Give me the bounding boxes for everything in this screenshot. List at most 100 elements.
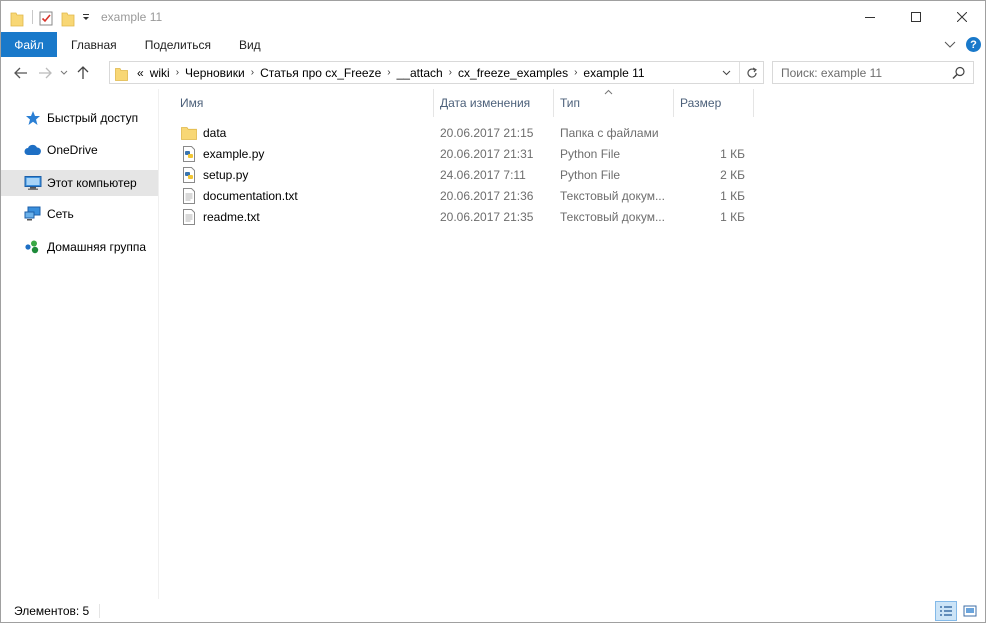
search-icon[interactable]: [952, 66, 966, 80]
customize-toolbar-dropdown-icon[interactable]: [81, 11, 91, 23]
chevron-right-icon[interactable]: ›: [384, 67, 393, 78]
chevron-right-icon[interactable]: ›: [571, 67, 580, 78]
sidebar-item-label: OneDrive: [47, 143, 98, 157]
file-size: [674, 122, 746, 143]
column-headers: Имя Дата изменения Тип Размер: [174, 89, 754, 117]
column-header-name[interactable]: Имя: [174, 89, 434, 117]
file-size: 1 КБ: [720, 146, 745, 161]
file-type: Python File: [560, 146, 621, 161]
ribbon-tabs: Файл Главная Поделиться Вид ?: [1, 32, 985, 57]
breadcrumb-item-current[interactable]: example 11: [580, 66, 647, 80]
file-type: Папка с файлами: [560, 125, 659, 140]
breadcrumb: « wiki › Черновики › Статья про cx_Freez…: [134, 66, 648, 80]
tab-share[interactable]: Поделиться: [131, 32, 225, 57]
help-icon[interactable]: ?: [966, 37, 981, 52]
status-bar: Элементов: 5: [1, 600, 985, 622]
sidebar-item-this-pc[interactable]: Этот компьютер: [1, 170, 158, 196]
properties-icon[interactable]: [39, 10, 53, 25]
folder-icon: [115, 67, 128, 81]
item-count: Элементов: 5: [14, 604, 90, 618]
sidebar-item-label: Этот компьютер: [47, 176, 137, 190]
file-size: 1 КБ: [720, 209, 745, 224]
file-name: setup.py: [203, 167, 249, 182]
python-file-icon: [181, 145, 197, 162]
file-list: Имя Дата изменения Тип Размер data 20.06…: [160, 89, 985, 599]
tab-file[interactable]: Файл: [1, 32, 57, 57]
file-name-cell: documentation.txt: [174, 185, 434, 206]
file-date: 20.06.2017 21:36: [440, 188, 534, 203]
navigation-bar: « wiki › Черновики › Статья про cx_Freez…: [1, 58, 985, 88]
breadcrumb-item[interactable]: Черновики: [182, 66, 248, 80]
text-file-icon: [181, 208, 197, 225]
refresh-button[interactable]: [739, 62, 763, 83]
window-controls: [847, 1, 985, 32]
chevron-right-icon[interactable]: ›: [173, 67, 182, 78]
computer-icon: [24, 175, 42, 191]
sidebar-item-label: Сеть: [47, 207, 74, 221]
file-date: 20.06.2017 21:35: [440, 209, 534, 224]
file-date: 24.06.2017 7:11: [440, 167, 526, 182]
file-size: 2 КБ: [720, 167, 745, 182]
sidebar-item-onedrive[interactable]: OneDrive: [1, 137, 158, 163]
column-header-type-label: Тип: [560, 96, 581, 110]
chevron-right-icon[interactable]: ›: [446, 67, 455, 78]
explorer-window: example 11 Файл Главная Поделиться Вид ?: [0, 0, 986, 623]
new-folder-icon[interactable]: [61, 11, 75, 26]
file-type: Текстовый докум...: [560, 188, 665, 203]
sidebar-item-homegroup[interactable]: Домашняя группа: [1, 234, 158, 260]
star-icon: [24, 110, 42, 126]
file-date: 20.06.2017 21:15: [440, 125, 534, 140]
file-name-cell: setup.py: [174, 164, 434, 185]
breadcrumb-item[interactable]: wiki: [147, 66, 173, 80]
file-row[interactable]: example.py 20.06.2017 21:31 Python File …: [174, 143, 746, 164]
file-row[interactable]: setup.py 24.06.2017 7:11 Python File 2 К…: [174, 164, 746, 185]
breadcrumb-item[interactable]: cx_freeze_examples: [455, 66, 571, 80]
breadcrumb-overflow[interactable]: «: [134, 66, 147, 80]
window-title: example 11: [101, 9, 163, 24]
tab-home[interactable]: Главная: [57, 32, 131, 57]
column-header-type[interactable]: Тип: [554, 89, 674, 117]
maximize-button[interactable]: [893, 1, 939, 32]
file-row[interactable]: readme.txt 20.06.2017 21:35 Текстовый до…: [174, 206, 746, 227]
ribbon-right-controls: ?: [944, 32, 981, 57]
tab-view[interactable]: Вид: [225, 32, 275, 57]
network-icon: [24, 206, 42, 222]
toolbar-separator: [32, 9, 33, 24]
cloud-icon: [24, 142, 42, 158]
file-name-cell: data: [174, 122, 434, 143]
breadcrumb-item[interactable]: Статья про cx_Freeze: [257, 66, 384, 80]
homegroup-icon: [24, 239, 42, 255]
breadcrumb-item[interactable]: __attach: [394, 66, 446, 80]
folder-icon: [10, 11, 24, 26]
navigation-pane: Быстрый доступ OneDrive Этот компьютер С…: [1, 89, 159, 599]
details-view-button[interactable]: [935, 601, 957, 621]
file-row[interactable]: data 20.06.2017 21:15 Папка с файлами: [174, 122, 746, 143]
sidebar-item-quick-access[interactable]: Быстрый доступ: [1, 105, 158, 131]
address-bar[interactable]: « wiki › Черновики › Статья про cx_Freez…: [109, 61, 764, 84]
up-button[interactable]: [71, 61, 95, 85]
file-name-cell: example.py: [174, 143, 434, 164]
file-name: readme.txt: [203, 209, 260, 224]
address-history-dropdown[interactable]: [717, 62, 735, 83]
file-row[interactable]: documentation.txt 20.06.2017 21:36 Текст…: [174, 185, 746, 206]
column-header-date[interactable]: Дата изменения: [434, 89, 554, 117]
back-button[interactable]: [9, 61, 33, 85]
forward-button[interactable]: [33, 61, 57, 85]
file-size: 1 КБ: [720, 188, 745, 203]
folder-icon: [181, 125, 197, 141]
close-button[interactable]: [939, 1, 985, 32]
search-input[interactable]: Поиск: example 11: [772, 61, 974, 84]
sidebar-item-network[interactable]: Сеть: [1, 201, 158, 227]
minimize-button[interactable]: [847, 1, 893, 32]
quick-access-toolbar: example 11: [1, 1, 162, 32]
chevron-right-icon[interactable]: ›: [248, 67, 257, 78]
file-type: Текстовый докум...: [560, 209, 665, 224]
recent-locations-dropdown[interactable]: [57, 61, 71, 85]
column-header-size[interactable]: Размер: [674, 89, 754, 117]
sidebar-item-label: Домашняя группа: [47, 240, 147, 254]
title-bar: example 11: [1, 1, 985, 32]
expand-ribbon-icon[interactable]: [944, 38, 956, 52]
file-name-cell: readme.txt: [174, 206, 434, 227]
status-separator: [99, 604, 101, 618]
large-icons-view-button[interactable]: [959, 601, 981, 621]
